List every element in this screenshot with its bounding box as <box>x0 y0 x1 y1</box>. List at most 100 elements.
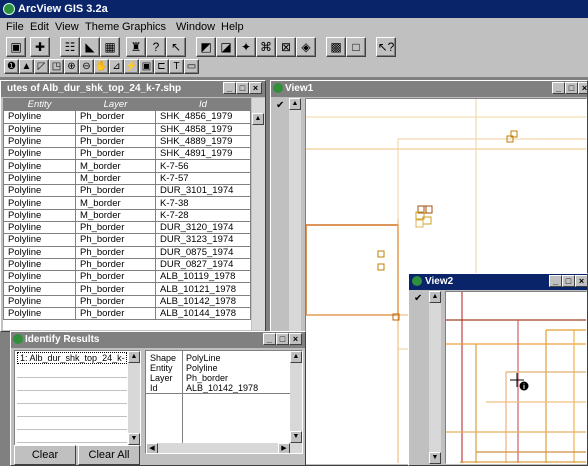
menu-file[interactable]: File <box>6 21 24 33</box>
column-header-entity[interactable]: Entity <box>3 98 76 112</box>
cell-id[interactable]: DUR_3101_1974 <box>155 184 251 198</box>
cell-id[interactable]: K-7-57 <box>155 171 251 186</box>
list-scrollbar[interactable]: ▲ ▼ <box>128 351 140 445</box>
minimize-button[interactable]: _ <box>552 82 565 94</box>
table-row[interactable]: Polyline Ph_border DUR_3101_1974 <box>3 184 251 198</box>
cell-layer[interactable]: Ph_border <box>75 220 156 235</box>
scroll-up-button[interactable]: ▲ <box>290 351 302 363</box>
menu-edit[interactable]: Edit <box>30 21 49 33</box>
cell-layer[interactable]: Ph_border <box>75 307 156 321</box>
menu-view[interactable]: View <box>55 21 79 33</box>
cell-layer[interactable]: Ph_border <box>75 184 156 198</box>
table-row[interactable]: Polyline M_border K-7-57 <box>3 171 251 186</box>
measure-tool[interactable]: ⊿ <box>109 59 124 74</box>
cell-layer[interactable]: Ph_border <box>75 270 156 284</box>
theme-properties-button[interactable]: ☷ <box>60 37 80 57</box>
clear-button[interactable]: Clear <box>14 445 76 465</box>
select-features-button[interactable]: ▩ <box>326 37 346 57</box>
scroll-up-button[interactable]: ▲ <box>252 113 264 125</box>
zoom-out-tool[interactable]: ⊖ <box>79 59 94 74</box>
scroll-down-button[interactable]: ▼ <box>429 452 441 464</box>
table-row[interactable]: Polyline Ph_border ALB_10121_1978 <box>3 282 251 296</box>
cell-id[interactable]: ALB_10144_1978 <box>155 307 251 321</box>
pan-tool[interactable]: ✋ <box>94 59 109 74</box>
maximize-button[interactable]: □ <box>562 275 575 287</box>
cell-entity[interactable]: Polyline <box>3 122 76 136</box>
table-row[interactable]: Polyline Ph_border DUR_0875_1974 <box>3 245 251 259</box>
cell-id[interactable]: K-7-56 <box>155 159 251 173</box>
table-row[interactable]: Polyline M_border K-7-28 <box>3 208 251 222</box>
close-button[interactable]: × <box>249 82 262 94</box>
table-row[interactable]: Polyline Ph_border ALB_10119_1978 <box>3 270 251 284</box>
table-row[interactable]: Polyline M_border K-7-38 <box>3 196 251 210</box>
add-theme-button[interactable]: ✚ <box>30 37 50 57</box>
cell-entity[interactable]: Polyline <box>3 184 76 198</box>
scroll-right-button[interactable]: ▶ <box>278 443 290 453</box>
cell-entity[interactable]: Polyline <box>3 171 76 186</box>
cell-id[interactable]: SHK_4858_1979 <box>155 122 251 136</box>
table-row[interactable]: Polyline Ph_border SHK_4856_1979 <box>3 110 251 124</box>
cell-layer[interactable]: M_border <box>75 196 156 210</box>
select-feature-tool[interactable]: ◳ <box>49 59 64 74</box>
cell-layer[interactable]: Ph_border <box>75 110 156 124</box>
cell-entity[interactable]: Polyline <box>3 110 76 124</box>
cell-layer[interactable]: M_border <box>75 208 156 222</box>
menu-theme[interactable]: Theme <box>85 21 119 33</box>
fields-hscrollbar[interactable]: ◀ ▶ <box>146 443 302 453</box>
cell-entity[interactable]: Polyline <box>3 282 76 296</box>
menu-window[interactable]: Window <box>176 21 215 33</box>
close-button[interactable]: × <box>578 82 587 94</box>
label-tool[interactable]: ⊏ <box>154 59 169 74</box>
minimize-button[interactable]: _ <box>223 82 236 94</box>
table-row[interactable]: Polyline Ph_border DUR_3120_1974 <box>3 220 251 235</box>
cell-id[interactable]: K-7-38 <box>155 196 251 210</box>
identify-fields-grid[interactable]: Shape PolyLine Entity Polyline Layer Ph_borde… <box>145 350 303 454</box>
column-header-layer[interactable]: Layer <box>75 98 156 112</box>
view2-map-canvas[interactable]: i <box>445 291 587 464</box>
cell-layer[interactable]: Ph_border <box>75 134 156 149</box>
cell-id[interactable]: SHK_4889_1979 <box>155 134 251 149</box>
text-tool[interactable]: T <box>169 59 184 74</box>
attributes-scrollbar[interactable]: ▲ <box>252 98 265 330</box>
cell-entity[interactable]: Polyline <box>3 294 76 309</box>
cell-layer[interactable]: Ph_border <box>75 245 156 259</box>
table-row[interactable]: Polyline Ph_border SHK_4889_1979 <box>3 134 251 149</box>
table-row[interactable]: Polyline Ph_border ALB_10142_1978 <box>3 294 251 309</box>
cell-id[interactable]: DUR_3120_1974 <box>155 220 251 235</box>
cell-id[interactable]: K-7-28 <box>155 208 251 222</box>
cell-entity[interactable]: Polyline <box>3 307 76 321</box>
zoom-active-button[interactable]: ◪ <box>216 37 236 57</box>
zoom-in-button[interactable]: ⌘ <box>256 37 276 57</box>
hotlink-tool[interactable]: ⚡ <box>124 59 139 74</box>
cell-entity[interactable]: Polyline <box>3 257 76 272</box>
identify-tool[interactable]: ❶ <box>4 59 19 74</box>
cell-layer[interactable]: M_border <box>75 159 156 173</box>
table-row[interactable]: Polyline Ph_border SHK_4858_1979 <box>3 122 251 136</box>
clear-selection-button[interactable]: □ <box>346 37 366 57</box>
cell-layer[interactable]: Ph_border <box>75 294 156 309</box>
cell-id[interactable]: ALB_10119_1978 <box>155 270 251 284</box>
cell-entity[interactable]: Polyline <box>3 233 76 247</box>
vertex-edit-tool[interactable]: ◸ <box>34 59 49 74</box>
list-item[interactable]: 1: Alb_dur_shk_top_24_k- <box>17 352 127 364</box>
pointer-tool[interactable]: ▲ <box>19 59 34 74</box>
scroll-down-button[interactable]: ▼ <box>290 431 302 443</box>
zoom-previous-button[interactable]: ◈ <box>296 37 316 57</box>
table-row[interactable]: Polyline Ph_border DUR_3123_1974 <box>3 233 251 247</box>
cell-layer[interactable]: Ph_border <box>75 257 156 272</box>
cell-entity[interactable]: Polyline <box>3 245 76 259</box>
identify-feature-list[interactable]: 1: Alb_dur_shk_top_24_k- ▲ ▼ <box>14 350 141 446</box>
maximize-button[interactable]: □ <box>565 82 578 94</box>
scroll-up-button[interactable]: ▲ <box>289 98 301 110</box>
draw-tool[interactable]: ▭ <box>184 59 199 74</box>
cell-entity[interactable]: Polyline <box>3 270 76 284</box>
close-button[interactable]: × <box>575 275 587 287</box>
column-header-id[interactable]: Id <box>155 98 251 112</box>
zoom-selected-button[interactable]: ✦ <box>236 37 256 57</box>
view2-table-of-contents[interactable]: ✔ ▲ ▼ <box>411 291 443 464</box>
zoom-in-tool[interactable]: ⊕ <box>64 59 79 74</box>
clear-all-button[interactable]: Clear All <box>78 445 140 465</box>
attributes-table[interactable]: Entity Layer Id Polyline Ph_border SHK_485… <box>3 98 251 330</box>
query-builder-button[interactable]: ? <box>146 37 166 57</box>
zoom-out-button[interactable]: ⊠ <box>276 37 296 57</box>
